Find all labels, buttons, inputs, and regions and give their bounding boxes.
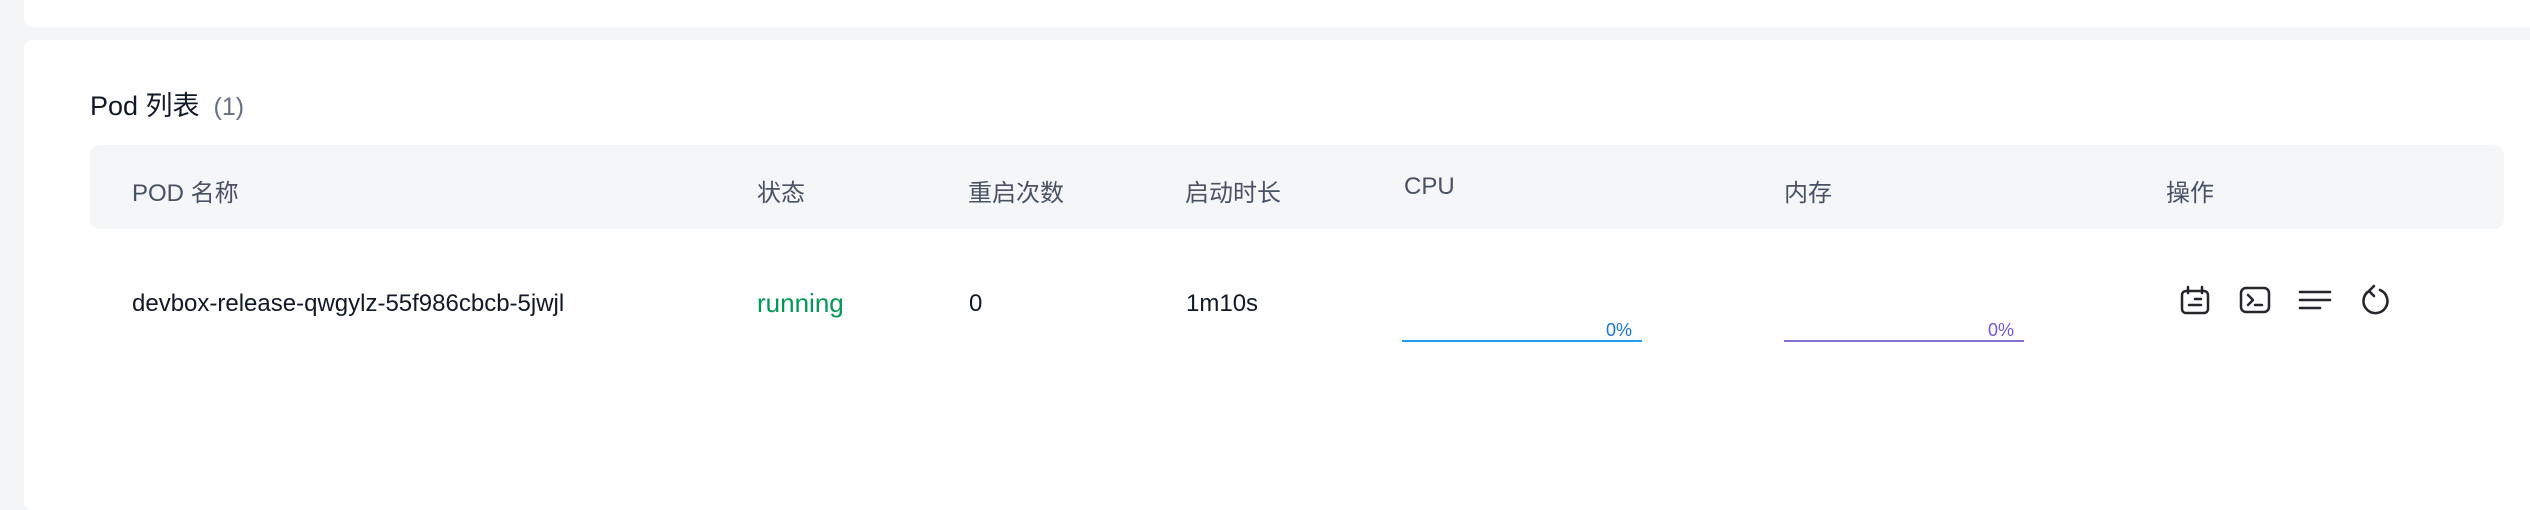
pod-name[interactable]: devbox-release-qwgylz-55f986cbcb-5jwjl [132,290,564,318]
column-header-name: POD 名称 [132,180,239,207]
column-header-memory: 内存 [1784,180,1832,207]
status-badge: running [757,288,844,318]
calendar-detail-icon[interactable] [2178,283,2212,317]
pod-count: (1) [213,93,245,121]
table-header [90,145,2504,229]
section-title: Pod 列表 (1) [90,84,244,123]
column-header-uptime: 启动时长 [1185,180,1281,207]
top-card [24,0,2530,27]
column-header-cpu: CPU [1404,173,1455,200]
restart-count: 0 [969,290,983,317]
pod-list-card [24,40,2530,510]
column-header-actions: 操作 [2166,180,2214,207]
uptime: 1m10s [1186,290,1259,317]
terminal-icon[interactable] [2238,283,2272,317]
memory-usage-label: 0% [1988,320,2015,340]
cpu-usage-label: 0% [1606,320,1633,340]
column-header-status: 状态 [757,180,805,207]
section-title-label: Pod 列表 [90,91,200,121]
restart-icon[interactable] [2358,283,2392,317]
logs-icon[interactable] [2298,283,2332,317]
column-header-restarts: 重启次数 [968,180,1064,207]
